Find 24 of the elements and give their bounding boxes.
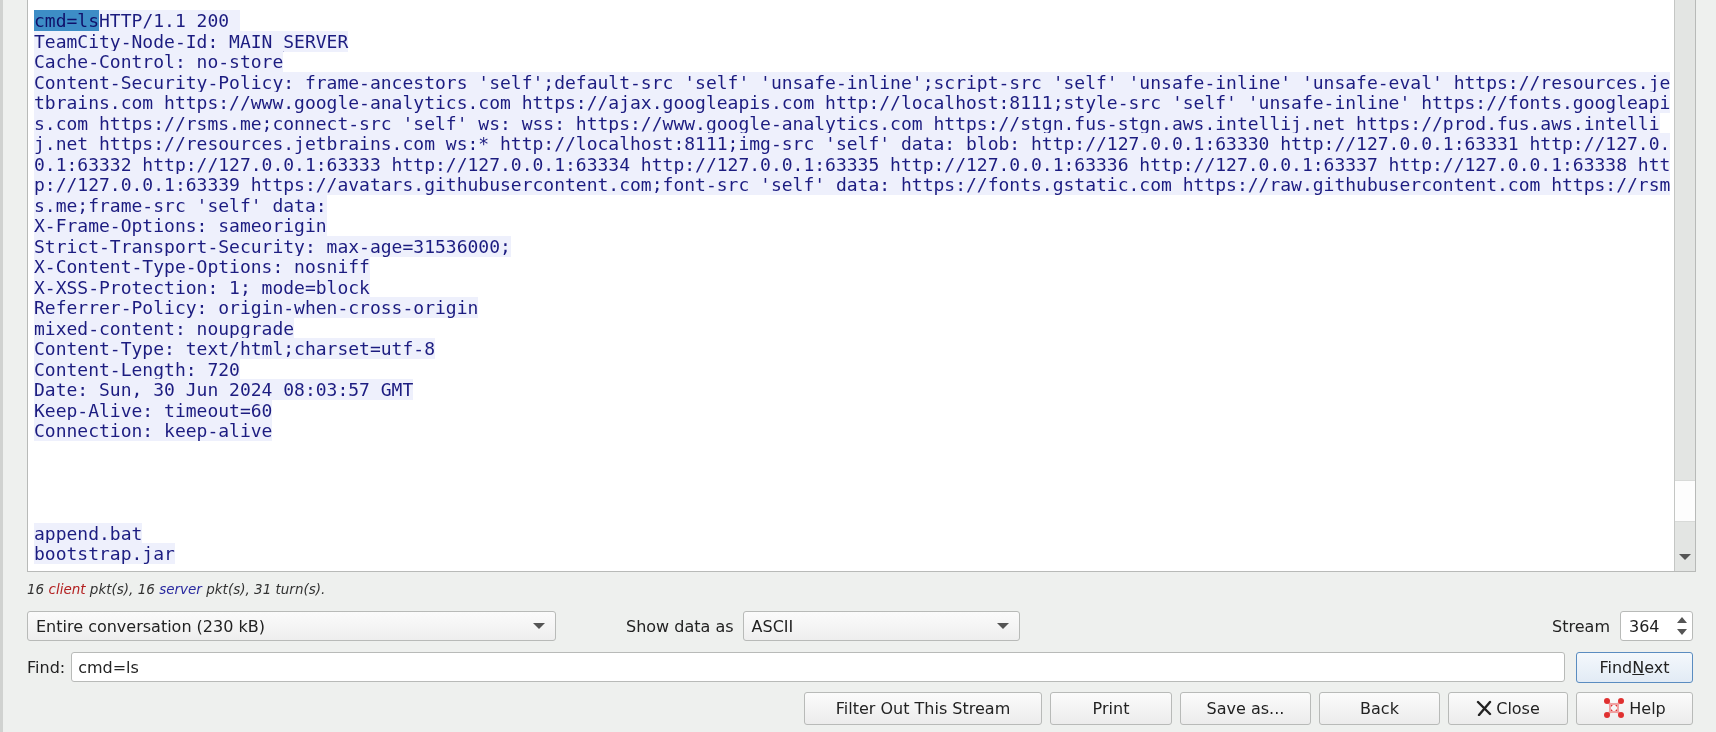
print-button[interactable]: Print [1050, 691, 1172, 725]
close-icon [1476, 700, 1493, 716]
find-next-button[interactable]: FindNext [1576, 651, 1693, 683]
stream-label: Stream [1552, 616, 1610, 636]
filter-out-button[interactable]: Filter Out This Stream [804, 691, 1042, 725]
scrollbar[interactable] [1674, 0, 1695, 571]
back-button[interactable]: Back [1319, 691, 1440, 725]
scroll-down-arrow-icon [1679, 554, 1691, 561]
caret-icon [533, 622, 545, 630]
stream-summary: 16 client pkt(s), 16 server pkt(s), 31 turn(s). [27, 580, 327, 599]
spin-arrows-icon [1676, 615, 1688, 637]
conversation-dropdown[interactable]: Entire conversation (230 kB) [27, 611, 556, 641]
scrollbar-thumb[interactable] [1675, 480, 1695, 522]
save-as-button[interactable]: Save as... [1180, 691, 1311, 725]
help-button[interactable]: Help [1576, 691, 1693, 725]
show-data-dropdown[interactable]: ASCII [742, 611, 1020, 641]
find-field[interactable]: cmd=ls [71, 652, 1565, 682]
stream-text-line: cmd=lsHTTP/1.1 200 [34, 11, 1674, 32]
find-label: Find: [27, 657, 66, 677]
help-icon [1603, 697, 1626, 719]
show-data-label: Show data as [626, 616, 734, 636]
stream-spinbox[interactable]: 364 [1620, 611, 1693, 641]
caret-icon [996, 622, 1009, 630]
close-button[interactable]: Close [1448, 691, 1568, 725]
